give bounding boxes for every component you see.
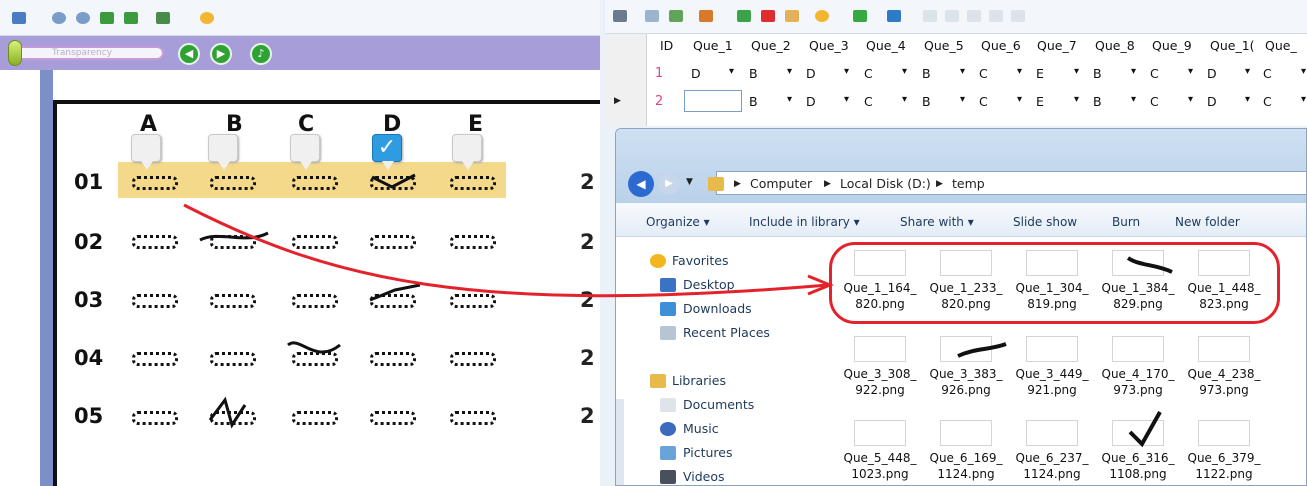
arrow-path <box>183 203 829 298</box>
annotation-arrow <box>183 203 834 298</box>
